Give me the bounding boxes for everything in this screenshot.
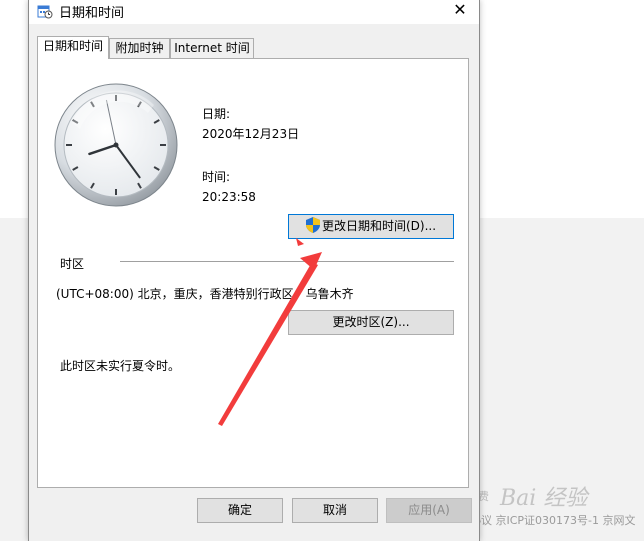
ok-button[interactable]: 确定 [197,498,283,523]
tab-internet-time[interactable]: Internet 时间 [170,38,254,58]
close-button[interactable]: ✕ [447,0,473,22]
date-time-dialog: 日期和时间 ✕ 日期和时间 附加时钟 Internet 时间 日期: 2020年… [28,0,480,541]
tab-date-time[interactable]: 日期和时间 [37,36,109,59]
change-date-time-label: 更改日期和时间(D)... [321,219,437,233]
calendar-clock-icon [37,5,53,19]
change-timezone-button[interactable]: 更改时区(Z)... [288,310,454,335]
date-value: 2020年12月23日 [202,127,300,141]
timezone-section-label: 时区 [60,257,85,271]
apply-button[interactable]: 应用(A) [386,498,472,523]
timezone-value: (UTC+08:00) 北京，重庆，香港特别行政区，乌鲁木齐 [56,287,354,301]
dst-note: 此时区未实行夏令时。 [60,359,181,373]
watermark: Bai 经验 [500,486,588,511]
time-value: 20:23:58 [202,190,256,204]
uac-shield-icon [305,217,320,233]
change-date-time-button[interactable]: 更改日期和时间(D)... [288,214,454,239]
date-label: 日期: [202,107,231,121]
analog-clock [54,83,178,207]
cancel-button[interactable]: 取消 [292,498,378,523]
background-footer-text: 协议 京ICP证030173号-1 京网文 [470,514,636,527]
title-bar: 日期和时间 ✕ [29,0,479,24]
tab-panel: 日期: 2020年12月23日 时间: 20:23:58 更改日期和时间(D).… [37,58,469,488]
tab-additional-clocks[interactable]: 附加时钟 [109,38,170,58]
timezone-divider [120,261,454,262]
window-title: 日期和时间 [59,6,125,21]
time-label: 时间: [202,170,231,184]
